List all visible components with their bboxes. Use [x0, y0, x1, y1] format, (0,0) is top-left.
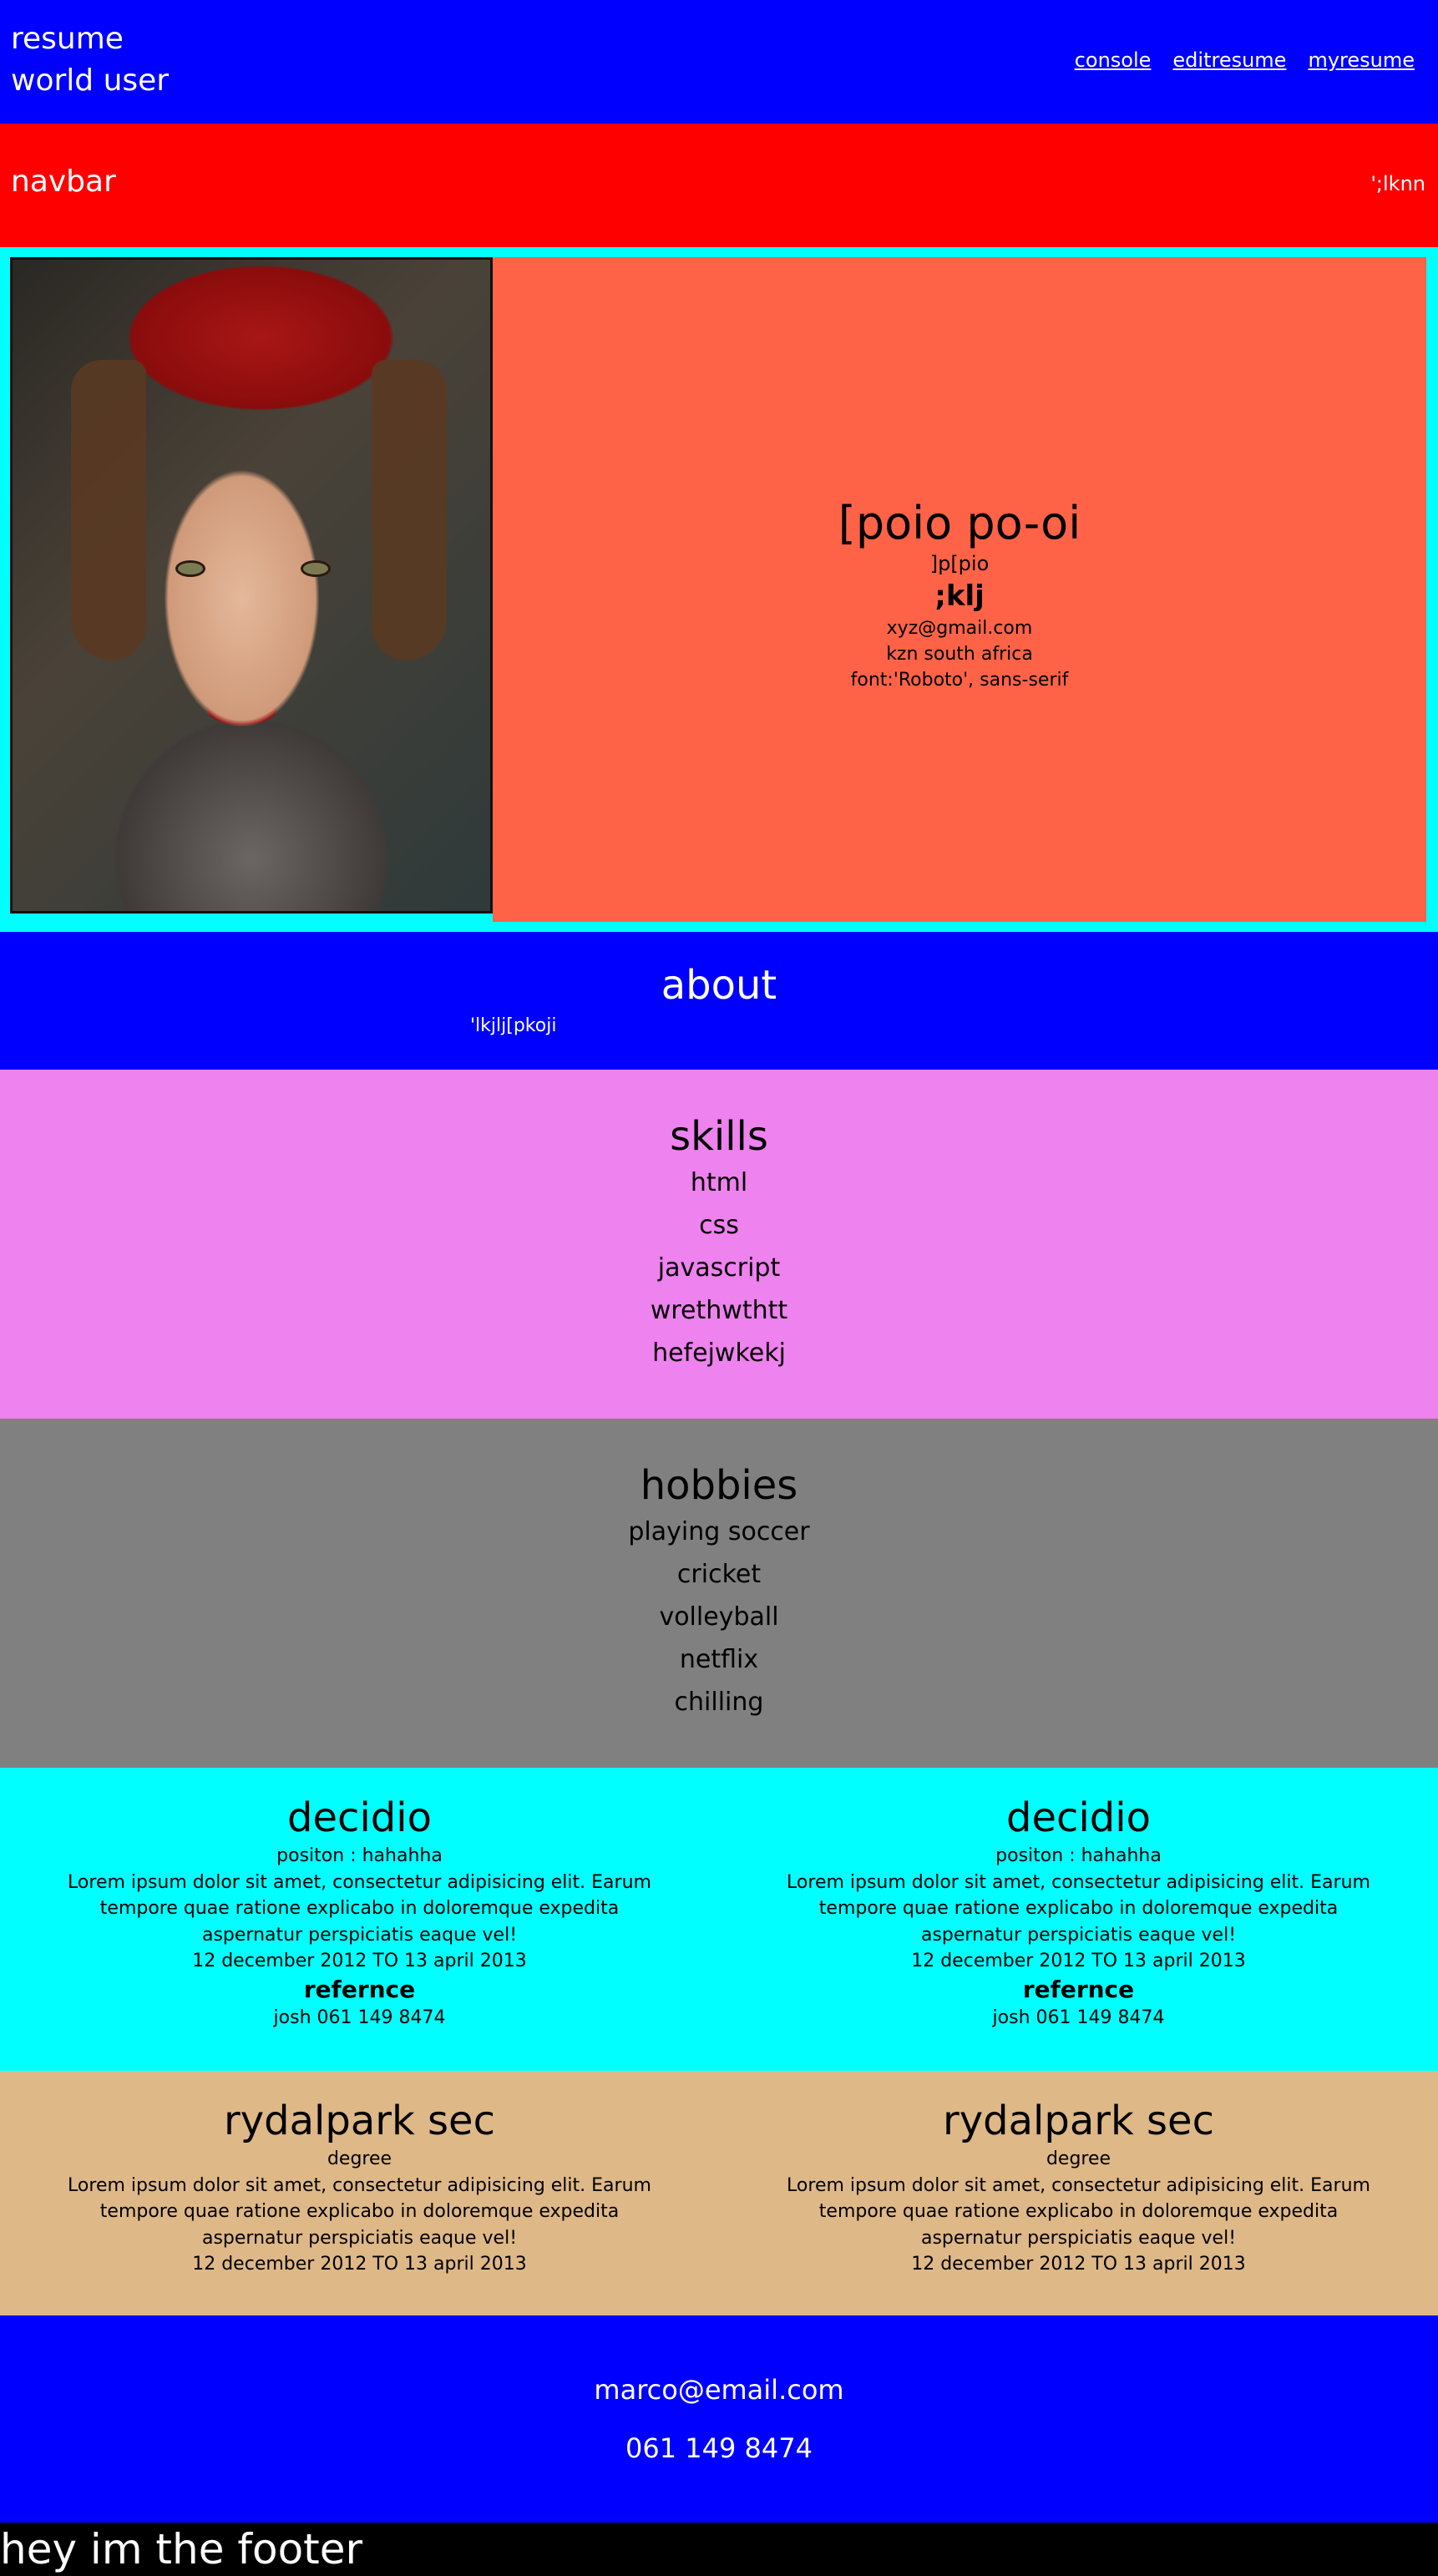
profile-section: [poio po-oi ]p[pio ;klj xyz@gmail.com kz…: [0, 247, 1438, 932]
about-text: 'lkjlj[pkoji: [470, 1015, 557, 1036]
education-entry: rydalpark sec degree Lorem ipsum dolor s…: [0, 2071, 719, 2315]
console-link[interactable]: console: [1075, 48, 1152, 72]
experience-description: Lorem ipsum dolor sit amet, consectetur …: [787, 1871, 1370, 1946]
profile-photo: [10, 257, 493, 913]
education-dates: 12 december 2012 TO 13 april 2013: [911, 2254, 1246, 2275]
top-nav: console editresume myresume: [1075, 48, 1415, 72]
brand: resume world user: [11, 18, 169, 102]
experience-entry: decidio positon : hahahha Lorem ipsum do…: [719, 1768, 1438, 2071]
experience-reference-label: refernce: [303, 1975, 416, 2003]
experience-position: positon : hahahha: [995, 1845, 1162, 1866]
education-degree: degree: [1046, 2148, 1111, 2169]
about-section: about 'lkjlj[pkoji: [0, 932, 1438, 1070]
myresume-link[interactable]: myresume: [1308, 48, 1415, 72]
skill-item: wrethwthtt: [650, 1296, 788, 1325]
hobby-item: cricket: [676, 1560, 762, 1589]
education-description: Lorem ipsum dolor sit amet, consectetur …: [787, 2174, 1370, 2249]
footer-text: hey im the footer: [0, 2525, 363, 2573]
hobbies-section: hobbies playing soccer cricket volleybal…: [0, 1419, 1438, 1768]
experience-reference-label: refernce: [1022, 1975, 1135, 2003]
navbar-title: navbar: [11, 164, 116, 199]
profile-email: xyz@gmail.com: [886, 618, 1033, 639]
contact-phone: 061 149 8474: [625, 2432, 813, 2464]
skill-item: javascript: [657, 1253, 781, 1283]
profile-name: [poio po-oi: [838, 497, 1081, 549]
education-description: Lorem ipsum dolor sit amet, consectetur …: [68, 2174, 651, 2249]
experience-reference: josh 061 149 8474: [273, 2007, 446, 2028]
skill-item: html: [690, 1168, 748, 1197]
hobby-item: playing soccer: [628, 1517, 810, 1546]
education-dates: 12 december 2012 TO 13 april 2013: [192, 2254, 527, 2275]
experience-description: Lorem ipsum dolor sit amet, consectetur …: [68, 1871, 651, 1946]
education-school: rydalpark sec: [224, 2098, 495, 2144]
skill-item: hefejwkekj: [652, 1339, 786, 1368]
profile-card: [poio po-oi ]p[pio ;klj xyz@gmail.com kz…: [493, 257, 1426, 922]
site-header: resume world user console editresume myr…: [0, 0, 1438, 124]
profile-subtitle: ]p[pio: [929, 552, 990, 575]
hobbies-title: hobbies: [640, 1462, 798, 1509]
brand-line-2: world user: [11, 63, 170, 98]
photo-hair-right: [372, 360, 447, 660]
experience-reference: josh 061 149 8474: [992, 2007, 1165, 2028]
education-degree: degree: [327, 2148, 392, 2169]
experience-section: decidio positon : hahahha Lorem ipsum do…: [0, 1768, 1438, 2071]
skill-item: css: [699, 1211, 739, 1240]
education-school: rydalpark sec: [943, 2098, 1214, 2144]
experience-dates: 12 december 2012 TO 13 april 2013: [911, 1951, 1246, 1971]
navbar-right-text: ';lknn: [1370, 172, 1425, 195]
about-title: about: [661, 962, 777, 1009]
hobby-item: chilling: [674, 1688, 764, 1717]
profile-font-note: font:'Roboto', sans-serif: [850, 670, 1069, 691]
contact-section: marco@email.com 061 149 8474: [0, 2315, 1438, 2523]
profile-location: kzn south africa: [886, 644, 1033, 665]
skills-list: html css javascript wrethwthtt hefejwkek…: [0, 1161, 1438, 1374]
experience-company: decidio: [287, 1794, 432, 1841]
experience-dates: 12 december 2012 TO 13 april 2013: [192, 1951, 527, 1971]
contact-email: marco@email.com: [594, 2374, 844, 2406]
experience-entry: decidio positon : hahahha Lorem ipsum do…: [0, 1768, 719, 2071]
education-section: rydalpark sec degree Lorem ipsum dolor s…: [0, 2071, 1438, 2315]
profile-details: [poio po-oi ]p[pio ;klj xyz@gmail.com kz…: [493, 497, 1426, 693]
footer: hey im the footer: [0, 2523, 1438, 2576]
skills-section: skills html css javascript wrethwthtt he…: [0, 1070, 1438, 1419]
experience-company: decidio: [1006, 1794, 1151, 1841]
profile-role: ;klj: [934, 579, 985, 613]
hobby-item: volleyball: [659, 1602, 779, 1632]
photo-eye-right: [301, 560, 331, 577]
photo-hair-left: [71, 360, 146, 660]
hobby-item: netflix: [679, 1645, 759, 1674]
editresume-link[interactable]: editresume: [1172, 48, 1286, 72]
education-entry: rydalpark sec degree Lorem ipsum dolor s…: [719, 2071, 1438, 2315]
photo-eye-left: [175, 560, 205, 577]
experience-position: positon : hahahha: [276, 1845, 443, 1866]
skills-title: skills: [670, 1113, 768, 1160]
brand-line-1: resume: [11, 22, 124, 56]
navbar: navbar ';lknn: [0, 124, 1438, 247]
hobbies-list: playing soccer cricket volleyball netfli…: [0, 1511, 1438, 1723]
